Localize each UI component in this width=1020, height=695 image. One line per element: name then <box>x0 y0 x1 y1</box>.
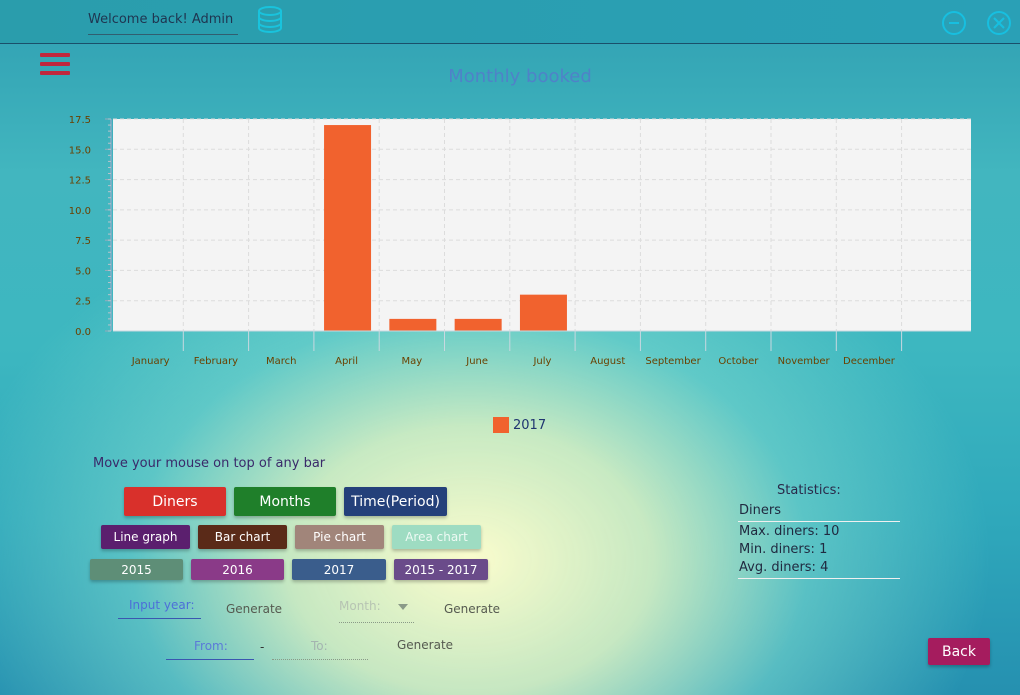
month-select[interactable]: Month: <box>339 599 381 613</box>
y-tick-label: 15.0 <box>69 145 91 156</box>
x-tick-label: April <box>335 356 358 367</box>
x-tick-label: February <box>194 356 238 367</box>
bar-may[interactable] <box>389 318 437 331</box>
year-2017-button[interactable]: 2017 <box>292 559 386 580</box>
diners-button[interactable]: Diners <box>124 487 226 516</box>
x-tick-label: July <box>532 356 551 367</box>
pie-chart-button[interactable]: Pie chart <box>295 525 384 549</box>
line-graph-button[interactable]: Line graph <box>101 525 190 549</box>
year-input[interactable]: Input year: <box>129 598 195 612</box>
time-period-button[interactable]: Time(Period) <box>344 487 447 516</box>
y-tick-label: 5.0 <box>75 266 91 277</box>
year-2015-2017-button[interactable]: 2015 - 2017 <box>394 559 488 580</box>
year-2016-button[interactable]: 2016 <box>191 559 284 580</box>
y-tick-label: 17.5 <box>69 115 91 126</box>
from-input-underline <box>166 659 254 660</box>
chart-legend: 2017 <box>493 417 546 433</box>
bar-chart: 17.5 15.0 12.5 10.0 7.5 5.0 2.5 0.0 January Febru… <box>69 115 971 367</box>
hover-hint-text: Move your mouse on top of any bar <box>93 456 326 471</box>
y-tick-label: 10.0 <box>69 206 91 217</box>
y-tick-label: 12.5 <box>69 176 91 187</box>
statistics-avg: Avg. diners: 4 <box>739 560 829 575</box>
x-tick-label: March <box>266 356 296 367</box>
bar-july[interactable] <box>519 294 567 331</box>
statistics-min: Min. diners: 1 <box>739 542 828 557</box>
x-tick-label: October <box>718 356 759 367</box>
statistics-divider-top <box>738 521 900 522</box>
y-tick-label: 0.0 <box>75 327 91 338</box>
year-input-underline <box>118 618 201 619</box>
statistics-max: Max. diners: 10 <box>739 524 840 539</box>
x-tick-label: June <box>465 356 488 367</box>
x-tick-label: September <box>645 356 701 367</box>
x-tick-label: November <box>778 356 831 367</box>
legend-swatch <box>493 417 509 433</box>
from-input[interactable]: From: <box>194 639 228 653</box>
bar-april[interactable] <box>324 125 372 331</box>
back-button[interactable]: Back <box>928 638 990 665</box>
generate-period-button[interactable]: Generate <box>397 638 453 652</box>
x-tick-label: August <box>590 356 625 367</box>
x-tick-label: January <box>131 356 170 367</box>
months-button[interactable]: Months <box>234 487 336 516</box>
y-tick-label: 2.5 <box>75 297 91 308</box>
chevron-down-icon[interactable] <box>398 604 408 610</box>
statistics-divider-bottom <box>738 578 900 579</box>
statistics-title: Statistics: <box>777 483 841 498</box>
y-tick-label: 7.5 <box>75 236 91 247</box>
legend-label: 2017 <box>513 417 547 433</box>
generate-year-button[interactable]: Generate <box>226 602 282 616</box>
area-chart-button[interactable]: Area chart <box>392 525 481 549</box>
range-separator: - <box>260 640 265 654</box>
bar-chart-button[interactable]: Bar chart <box>198 525 287 549</box>
statistics-subject: Diners <box>739 503 781 518</box>
month-select-underline <box>339 622 414 624</box>
to-input-underline <box>272 659 368 661</box>
bar-june[interactable] <box>454 318 502 331</box>
year-2015-button[interactable]: 2015 <box>90 559 183 580</box>
generate-month-button[interactable]: Generate <box>444 602 500 616</box>
to-input[interactable]: To: <box>311 639 328 653</box>
x-tick-label: December <box>843 356 896 367</box>
x-tick-label: May <box>402 356 423 367</box>
